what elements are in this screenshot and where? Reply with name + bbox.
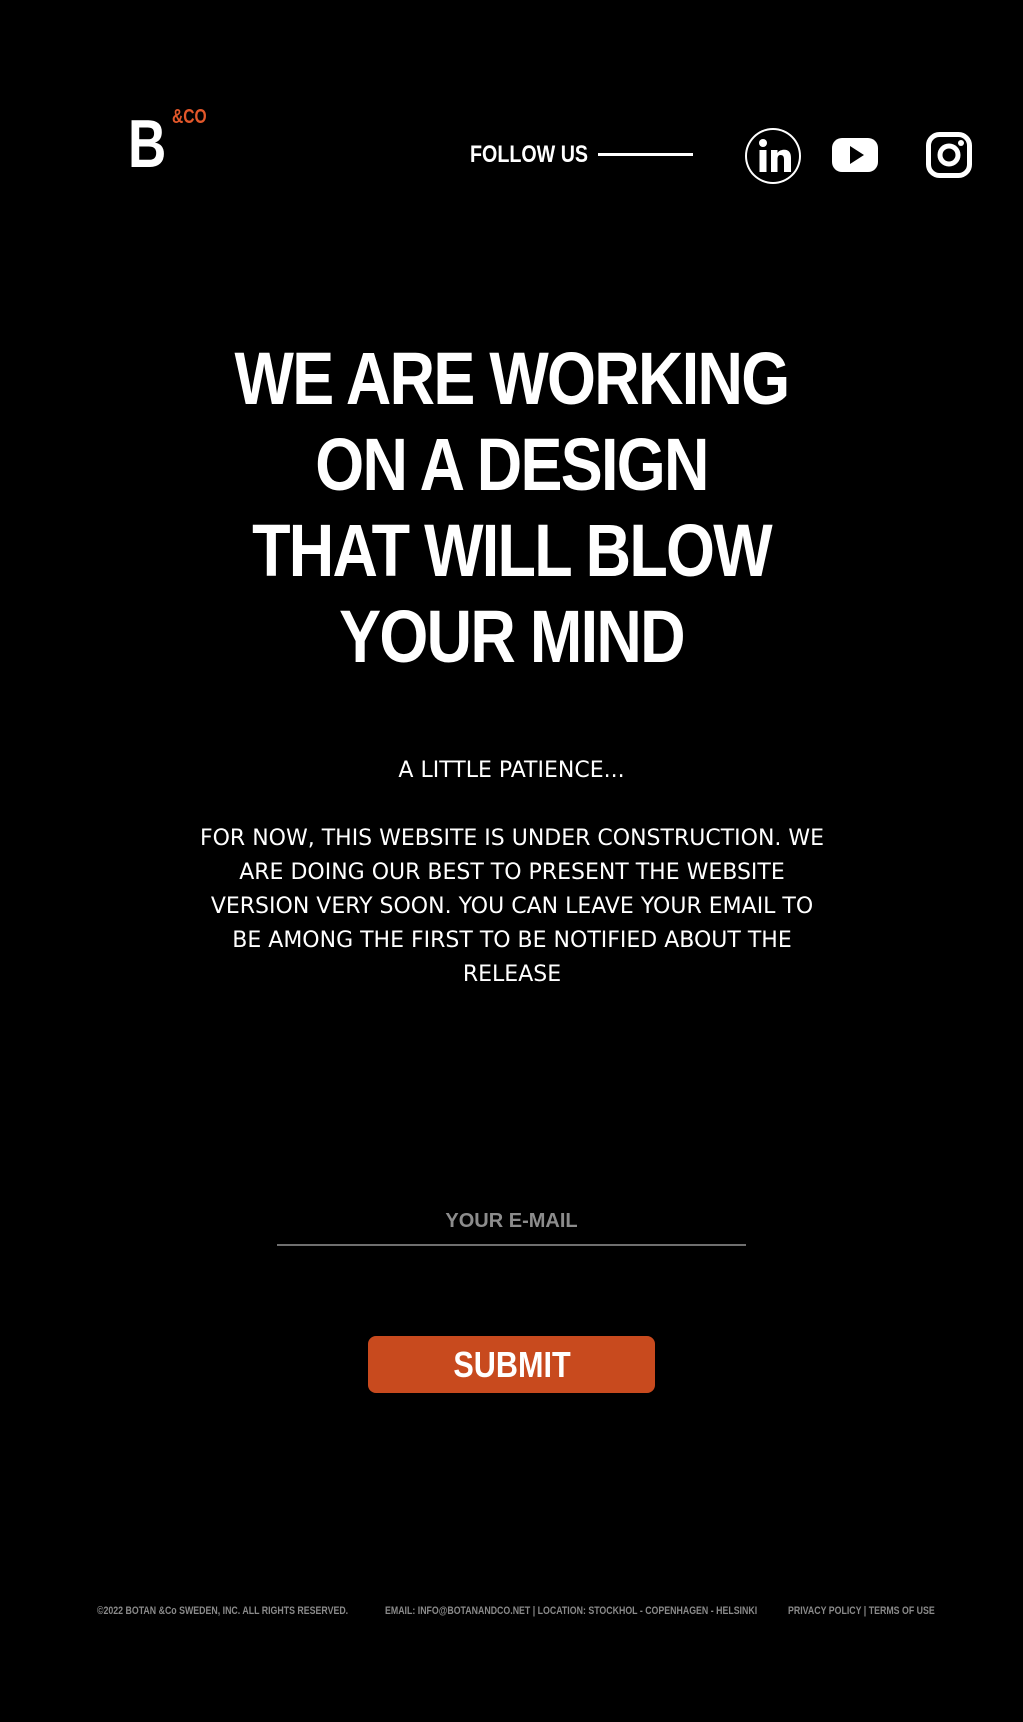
logo-letter: B (128, 106, 167, 182)
brand-logo[interactable]: B &CO (128, 104, 218, 184)
follow-divider (598, 153, 693, 156)
hero-headline: WE ARE WORKING ON A DESIGN THAT WILL BLO… (150, 336, 873, 680)
construction-notice: FOR NOW, THIS WEBSITE IS UNDER CONSTRUCT… (199, 826, 825, 987)
linkedin-link[interactable] (744, 127, 802, 185)
footer-legal-links: PRIVACY POLICY | TERMS OF USE (788, 1604, 935, 1618)
terms-of-use-link[interactable]: TERMS OF USE (869, 1605, 935, 1617)
footer-copyright: ©2022 BOTAN &Co SWEDEN, INC. ALL RIGHTS … (97, 1605, 349, 1617)
instagram-link[interactable] (926, 132, 972, 178)
follow-us-label: FOLLOW US (470, 141, 589, 168)
email-input[interactable] (277, 1198, 746, 1244)
instagram-icon (926, 132, 972, 178)
headline-line: WE ARE WORKING (234, 337, 791, 420)
email-field-wrapper (277, 1198, 746, 1246)
patience-text: A LITTLE PATIENCE... (398, 758, 625, 783)
headline-line: ON A DESIGN (315, 423, 709, 506)
youtube-link[interactable] (832, 134, 878, 176)
linkedin-icon (745, 128, 801, 184)
logo-suffix: &CO (172, 106, 207, 128)
footer-contact: EMAIL: INFO@BOTANANDCO.NET | LOCATION: S… (385, 1605, 758, 1617)
footer-separator: | (861, 1605, 869, 1617)
submit-button[interactable]: SUBMIT (368, 1336, 655, 1393)
submit-label: SUBMIT (452, 1344, 571, 1385)
headline-line: YOUR MIND (339, 595, 685, 678)
headline-line: THAT WILL BLOW (252, 509, 773, 592)
youtube-icon (832, 138, 878, 172)
privacy-policy-link[interactable]: PRIVACY POLICY (788, 1605, 861, 1617)
